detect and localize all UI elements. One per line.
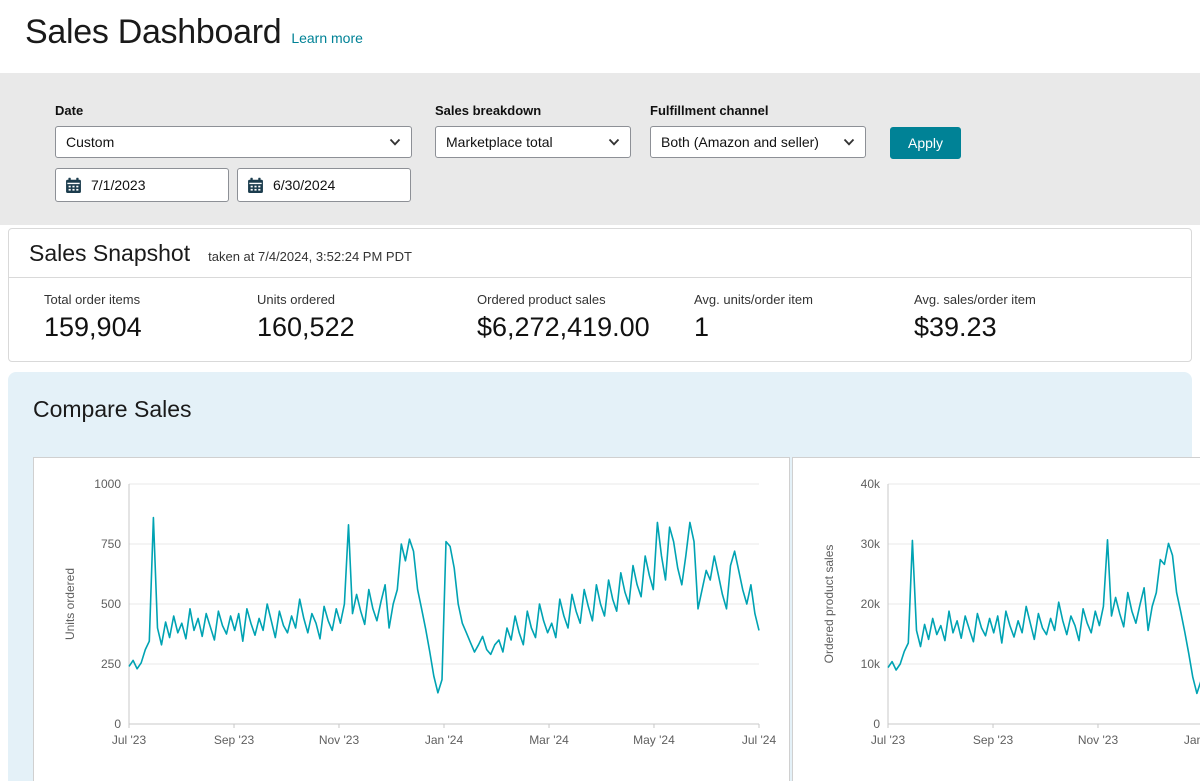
compare-sales-title: Compare Sales [33, 396, 1192, 423]
stat-label: Units ordered [257, 292, 467, 307]
calendar-icon [247, 177, 264, 194]
channel-value: Both (Amazon and seller) [661, 134, 819, 150]
date-range-select[interactable]: Custom [55, 126, 412, 158]
product-sales-chart-box: 0 10k 20k 30k 40k Jul '23 Sep '23 Nov '23 Jan '2… [792, 457, 1200, 781]
stat-label: Avg. units/order item [694, 292, 904, 307]
svg-text:Ordered product sales: Ordered product sales [822, 545, 836, 664]
date-filter-group: Date Custom 7/1/2023 6/30/2024 [55, 103, 412, 202]
page-title: Sales Dashboard [25, 13, 281, 52]
date-from-value: 7/1/2023 [91, 177, 146, 193]
breakdown-value: Marketplace total [446, 134, 553, 150]
svg-text:Sep '23: Sep '23 [214, 733, 255, 747]
channel-filter-group: Fulfillment channel Both (Amazon and sel… [650, 103, 866, 158]
stat-avg-units-per-order: Avg. units/order item 1 [694, 292, 914, 343]
stat-value: 160,522 [257, 312, 467, 343]
product-sales-chart[interactable]: 0 10k 20k 30k 40k Jul '23 Sep '23 Nov '23 Jan '2… [793, 458, 1200, 781]
date-from-input[interactable]: 7/1/2023 [55, 168, 229, 202]
svg-text:1000: 1000 [94, 477, 121, 491]
svg-text:20k: 20k [861, 597, 881, 611]
snapshot-title: Sales Snapshot [29, 240, 190, 267]
chevron-down-icon [608, 138, 620, 146]
snapshot-stats-row: Total order items 159,904 Units ordered … [9, 278, 1191, 361]
svg-text:Sep '23: Sep '23 [973, 733, 1014, 747]
stat-value: $6,272,419.00 [477, 312, 684, 343]
stat-label: Total order items [44, 292, 247, 307]
stat-label: Avg. sales/order item [914, 292, 1036, 307]
svg-text:Nov '23: Nov '23 [319, 733, 360, 747]
date-to-value: 6/30/2024 [273, 177, 335, 193]
svg-text:Jan '24: Jan '24 [1184, 733, 1200, 747]
learn-more-link[interactable]: Learn more [291, 30, 363, 46]
svg-text:Jul '24: Jul '24 [742, 733, 777, 747]
breakdown-label: Sales breakdown [435, 103, 631, 118]
compare-sales-section: Compare Sales 0 250 500 750 1000 Jul '23 Sep '… [8, 372, 1192, 781]
stat-units-ordered: Units ordered 160,522 [257, 292, 477, 343]
svg-text:0: 0 [873, 717, 880, 731]
svg-text:250: 250 [101, 657, 121, 671]
page-header: Sales Dashboard Learn more [0, 0, 1200, 73]
date-range-value: Custom [66, 134, 114, 150]
stat-label: Ordered product sales [477, 292, 684, 307]
svg-text:Nov '23: Nov '23 [1078, 733, 1119, 747]
snapshot-timestamp: taken at 7/4/2024, 3:52:24 PM PDT [208, 249, 412, 264]
svg-text:10k: 10k [861, 657, 881, 671]
svg-text:May '24: May '24 [633, 733, 675, 747]
sales-snapshot-section: Sales Snapshot taken at 7/4/2024, 3:52:2… [8, 228, 1192, 362]
stat-total-order-items: Total order items 159,904 [44, 292, 257, 343]
channel-label: Fulfillment channel [650, 103, 866, 118]
svg-text:Mar '24: Mar '24 [529, 733, 569, 747]
units-ordered-chart-box: 0 250 500 750 1000 Jul '23 Sep '23 Nov '23 Jan '… [33, 457, 790, 781]
stat-avg-sales-per-order: Avg. sales/order item $39.23 [914, 292, 1046, 343]
breakdown-filter-group: Sales breakdown Marketplace total [435, 103, 631, 158]
stat-ordered-product-sales: Ordered product sales $6,272,419.00 [477, 292, 694, 343]
svg-text:Jul '23: Jul '23 [112, 733, 147, 747]
filter-bar: Date Custom 7/1/2023 6/30/2024 Sales bre… [0, 73, 1200, 225]
date-to-input[interactable]: 6/30/2024 [237, 168, 411, 202]
date-range-row: 7/1/2023 6/30/2024 [55, 168, 412, 202]
svg-text:40k: 40k [861, 477, 881, 491]
svg-text:0: 0 [114, 717, 121, 731]
svg-text:750: 750 [101, 537, 121, 551]
svg-text:Jan '24: Jan '24 [425, 733, 464, 747]
chevron-down-icon [843, 138, 855, 146]
stat-value: 159,904 [44, 312, 247, 343]
breakdown-select[interactable]: Marketplace total [435, 126, 631, 158]
svg-text:30k: 30k [861, 537, 881, 551]
stat-value: 1 [694, 312, 904, 343]
units-ordered-chart[interactable]: 0 250 500 750 1000 Jul '23 Sep '23 Nov '23 Jan '… [34, 458, 789, 781]
chevron-down-icon [389, 138, 401, 146]
date-label: Date [55, 103, 412, 118]
svg-text:Units ordered: Units ordered [63, 568, 77, 640]
calendar-icon [65, 177, 82, 194]
charts-row: 0 250 500 750 1000 Jul '23 Sep '23 Nov '23 Jan '… [33, 457, 1192, 781]
svg-text:500: 500 [101, 597, 121, 611]
snapshot-header: Sales Snapshot taken at 7/4/2024, 3:52:2… [9, 229, 1191, 278]
channel-select[interactable]: Both (Amazon and seller) [650, 126, 866, 158]
svg-text:Jul '23: Jul '23 [871, 733, 906, 747]
apply-button[interactable]: Apply [890, 127, 961, 159]
stat-value: $39.23 [914, 312, 1036, 343]
